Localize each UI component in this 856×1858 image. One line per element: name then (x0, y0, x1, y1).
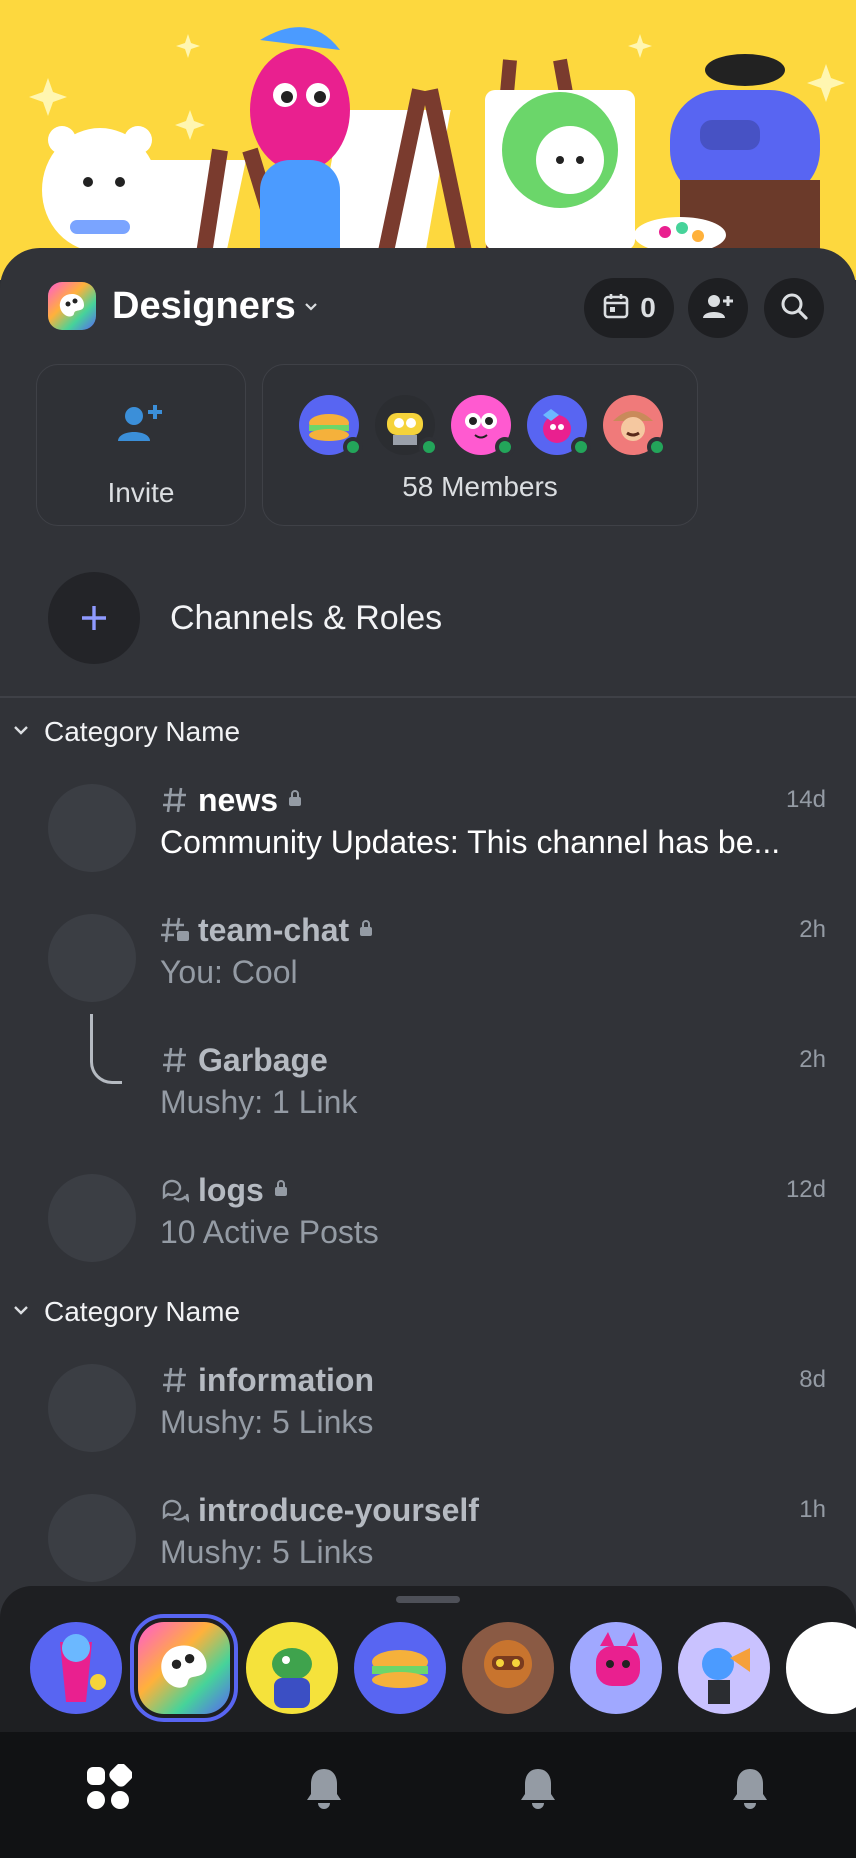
invite-label: Invite (107, 477, 175, 508)
server-icon[interactable] (246, 1622, 338, 1714)
invite-member-button[interactable] (688, 278, 748, 338)
channel-name: Garbage (198, 1041, 328, 1078)
member-avatars (299, 395, 667, 457)
bottom-nav (0, 1732, 856, 1858)
channel-subtitle: Mushy: 5 Links (160, 1404, 374, 1440)
server-name: Designers (112, 284, 296, 327)
channel-timestamp: 8d (799, 1366, 826, 1393)
avatar (375, 395, 439, 457)
avatar (527, 395, 591, 457)
search-button[interactable] (764, 278, 824, 338)
chevron-down-icon (12, 723, 30, 742)
members-count-label: 58 Members (402, 471, 558, 502)
server-header[interactable]: Designers (48, 278, 318, 334)
divider (0, 696, 856, 698)
server-icon[interactable] (786, 1622, 856, 1714)
avatar (299, 395, 363, 457)
channels-roles-label: Channels & Roles (170, 598, 443, 637)
channel-avatar (48, 914, 136, 1002)
server-icon[interactable] (570, 1622, 662, 1714)
server-icon (48, 282, 96, 330)
avatar (603, 395, 667, 457)
hashtag-icon (160, 1365, 190, 1395)
channel-subtitle: You: Cool (160, 954, 298, 990)
category-header[interactable]: Category Name (12, 716, 240, 748)
hashtag-icon (160, 1045, 190, 1075)
channel-name: information (198, 1361, 374, 1398)
events-button[interactable]: 0 (584, 278, 674, 338)
server-list (30, 1614, 856, 1722)
lock-icon (288, 789, 302, 812)
channel-name: introduce-yourself (198, 1491, 479, 1528)
channel-row-news[interactable]: news Community Updates: This channel has… (0, 778, 856, 898)
bell-icon[interactable] (294, 1758, 354, 1818)
channel-avatar (48, 1494, 136, 1582)
channel-name: news (198, 781, 279, 818)
add-user-icon (117, 403, 163, 448)
server-icon[interactable] (678, 1622, 770, 1714)
lock-icon (359, 919, 373, 942)
server-tray (0, 1586, 856, 1858)
channel-row-logs[interactable]: logs 10 Active Posts 12d (0, 1168, 856, 1288)
events-count: 0 (640, 292, 656, 323)
channel-subtitle: 10 Active Posts (160, 1214, 379, 1250)
category-name: Category Name (44, 716, 241, 747)
add-user-icon (702, 292, 734, 325)
server-icon[interactable] (30, 1622, 122, 1714)
channel-timestamp: 1h (799, 1496, 826, 1523)
channel-subtitle: Mushy: 1 Link (160, 1084, 358, 1120)
channel-timestamp: 2h (799, 1046, 826, 1073)
avatar (451, 395, 515, 457)
bell-icon[interactable] (720, 1758, 780, 1818)
members-card[interactable]: 58 Members (262, 364, 698, 526)
channel-row-team-chat[interactable]: team-chat You: Cool 2h (0, 908, 856, 1028)
channel-timestamp: 2h (799, 916, 826, 943)
forum-icon (160, 1495, 190, 1525)
channel-timestamp: 14d (785, 786, 826, 813)
channel-row-garbage[interactable]: Garbage Mushy: 1 Link 2h (0, 1038, 856, 1158)
hashtag-icon (160, 785, 190, 815)
server-icon-designers[interactable] (130, 1614, 238, 1722)
server-icon[interactable] (462, 1622, 554, 1714)
channel-avatar (48, 784, 136, 872)
channel-subtitle: Community Updates: This channel has be..… (160, 824, 781, 860)
lock-icon (274, 1179, 288, 1202)
channel-timestamp: 12d (785, 1176, 826, 1203)
chevron-down-icon (12, 1303, 30, 1322)
channel-row-information[interactable]: information Mushy: 5 Links 8d (0, 1358, 856, 1478)
channel-avatar (48, 1174, 136, 1262)
hashtag-thread-icon (160, 915, 190, 945)
search-icon (779, 291, 809, 326)
server-icon[interactable] (354, 1622, 446, 1714)
chevron-down-icon (304, 296, 318, 317)
servers-grid-icon[interactable] (78, 1758, 138, 1818)
channel-avatar (48, 1364, 136, 1452)
invite-card[interactable]: Invite (36, 364, 246, 526)
category-header[interactable]: Category Name (12, 1296, 240, 1328)
channel-name: logs (198, 1171, 264, 1208)
drag-handle[interactable] (396, 1596, 460, 1603)
plus-icon (48, 572, 140, 664)
channel-name: team-chat (198, 911, 350, 948)
channel-subtitle: Mushy: 5 Links (160, 1534, 374, 1570)
forum-icon (160, 1175, 190, 1205)
bell-icon[interactable] (508, 1758, 568, 1818)
calendar-icon (602, 292, 630, 325)
category-name: Category Name (44, 1296, 241, 1327)
channels-roles-button[interactable]: Channels & Roles (48, 572, 442, 664)
server-banner (0, 0, 856, 280)
